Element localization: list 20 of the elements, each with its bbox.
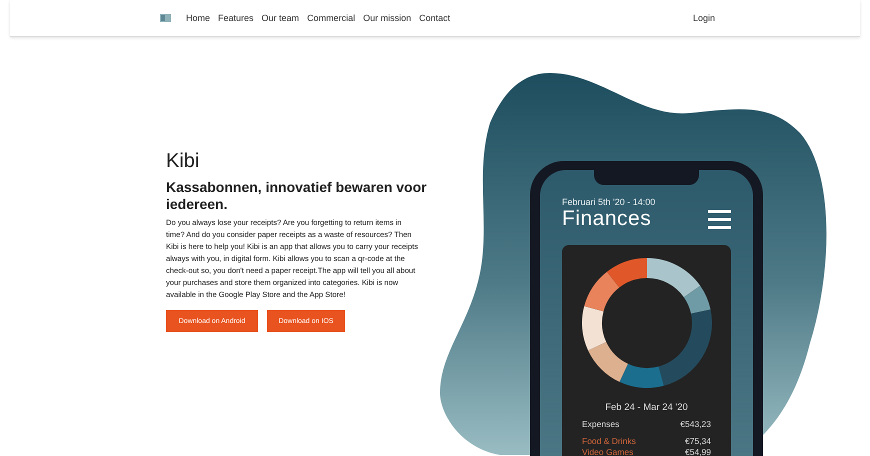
category-amount: €75,34 <box>685 436 711 446</box>
phone-datetime: Februari 5th '20 - 14:00 <box>562 197 656 207</box>
donut-segment <box>606 258 646 288</box>
phone-title: Finances <box>562 207 652 231</box>
category-label: Food & Drinks <box>582 436 636 446</box>
nav-link[interactable]: Home <box>186 13 210 23</box>
period-label: Feb 24 - Mar 24 '20 <box>604 402 689 413</box>
expenses-label: Expenses <box>582 419 620 429</box>
expenses-amount: €543,23 <box>680 419 711 429</box>
nav-link[interactable]: Features <box>218 13 254 23</box>
login-link[interactable]: Login <box>692 13 715 23</box>
menu-icon[interactable] <box>708 210 731 228</box>
nav-link[interactable]: Commercial <box>307 13 356 23</box>
nav-link[interactable]: Our team <box>262 13 300 23</box>
category-amount: €54,99 <box>685 447 711 456</box>
hero-title: Kibi <box>166 150 200 173</box>
hero-subtitle: Kassabonnen, innovatief bewaren voor iedereen. <box>166 179 428 213</box>
nav-link[interactable]: Contact <box>419 13 450 23</box>
category-label: Video Games <box>582 447 634 456</box>
nav-link[interactable]: Our mission <box>363 13 412 23</box>
